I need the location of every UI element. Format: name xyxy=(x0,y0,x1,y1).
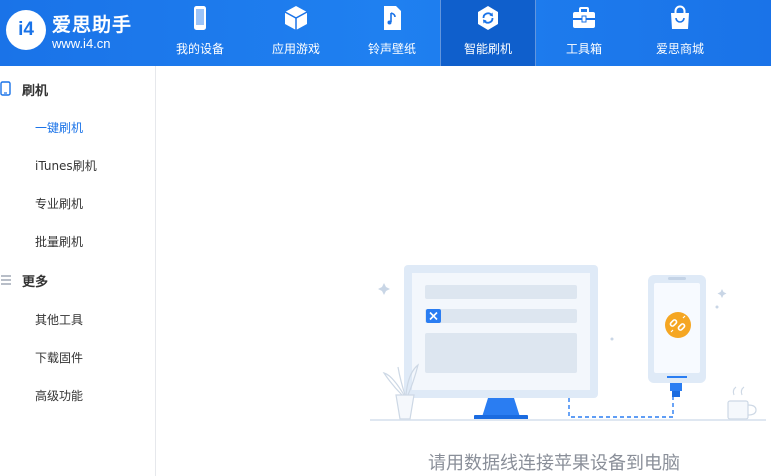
nav-label: 工具箱 xyxy=(565,42,602,56)
cube-icon xyxy=(284,6,308,30)
nav-smart-flash[interactable]: 智能刷机 xyxy=(440,0,536,66)
usb-plug-icon xyxy=(670,383,682,397)
logo-url: www.i4.cn xyxy=(52,36,111,51)
connect-device-illustration xyxy=(370,265,766,421)
sidebar-item-download-firmware[interactable]: 下载固件 xyxy=(35,349,83,366)
sidebar: 刷机 一键刷机 iTunes刷机 专业刷机 批量刷机 更多 其他工具 下载固件 … xyxy=(0,66,156,476)
main-panel: 请用数据线连接苹果设备到电脑 xyxy=(157,66,771,476)
sidebar-item-batch-flash[interactable]: 批量刷机 xyxy=(35,233,83,250)
sidebar-item-one-click-flash[interactable]: 一键刷机 xyxy=(35,119,83,136)
nav-label: 铃声壁纸 xyxy=(367,42,416,56)
refresh-icon xyxy=(478,6,498,30)
phone-icon xyxy=(194,6,206,30)
nav-label: 应用游戏 xyxy=(271,42,320,56)
monitor-icon xyxy=(404,265,598,421)
sidebar-group-label: 更多 xyxy=(22,275,49,290)
logo-badge-icon: i4 xyxy=(6,10,46,50)
nav-toolbox[interactable]: 工具箱 xyxy=(536,0,632,66)
sidebar-item-advanced[interactable]: 高级功能 xyxy=(35,387,83,404)
mug-icon xyxy=(727,386,757,420)
shopping-bag-icon xyxy=(671,5,689,29)
nav-label: 智能刷机 xyxy=(463,42,512,56)
sidebar-group-flash[interactable]: 刷机 xyxy=(0,74,156,104)
nav-label: 我的设备 xyxy=(175,42,224,56)
connect-device-hint: 请用数据线连接苹果设备到电脑 xyxy=(428,453,680,474)
sidebar-item-pro-flash[interactable]: 专业刷机 xyxy=(35,195,83,212)
nav-ringtones-wallpapers[interactable]: 铃声壁纸 xyxy=(344,0,440,66)
sidebar-item-other-tools[interactable]: 其他工具 xyxy=(35,311,83,328)
toolbox-icon xyxy=(573,7,595,28)
top-header: i4 爱思助手 www.i4.cn 我的设备 应用游戏 铃声壁纸 智能刷机 工具… xyxy=(0,0,771,66)
phone-device-icon xyxy=(648,275,706,383)
phone-outline-icon xyxy=(0,81,11,96)
top-nav: 我的设备 应用游戏 铃声壁纸 智能刷机 工具箱 爱思商城 xyxy=(152,0,728,66)
nav-my-device[interactable]: 我的设备 xyxy=(152,0,248,66)
nav-apps-games[interactable]: 应用游戏 xyxy=(248,0,344,66)
sidebar-group-more[interactable]: 更多 xyxy=(0,265,156,295)
music-file-icon xyxy=(384,6,401,30)
nav-i4-store[interactable]: 爱思商城 xyxy=(632,0,728,66)
nav-label: 爱思商城 xyxy=(655,42,704,56)
sidebar-group-label: 刷机 xyxy=(22,84,49,99)
menu-icon xyxy=(1,275,11,285)
sidebar-item-itunes-flash[interactable]: iTunes刷机 xyxy=(35,157,97,174)
app-logo: i4 爱思助手 www.i4.cn xyxy=(6,6,156,60)
logo-name: 爱思助手 xyxy=(52,14,133,36)
